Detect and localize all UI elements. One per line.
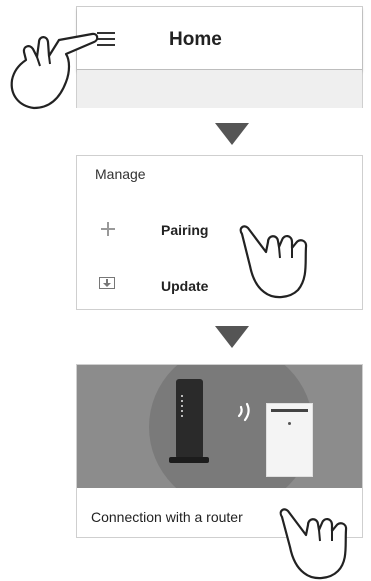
tap-hand-icon bbox=[239, 225, 308, 299]
air-purifier-icon bbox=[266, 403, 313, 477]
menu-item-label: Pairing bbox=[161, 222, 209, 238]
update-icon bbox=[99, 277, 115, 289]
home-screen-panel: Home bbox=[76, 6, 363, 108]
plus-icon bbox=[101, 222, 115, 236]
step-arrow-down-icon bbox=[215, 326, 249, 348]
router-indicator-lights bbox=[181, 395, 183, 417]
tap-hand-icon bbox=[279, 508, 348, 580]
page-title: Home bbox=[169, 29, 222, 50]
manage-heading: Manage bbox=[95, 166, 146, 182]
router-icon bbox=[176, 379, 203, 459]
tap-hand-icon bbox=[10, 32, 99, 110]
app-bar: Home bbox=[77, 7, 362, 70]
wifi-signal-icon bbox=[237, 402, 250, 422]
step-arrow-down-icon bbox=[215, 123, 249, 145]
connection-illustration bbox=[77, 365, 362, 488]
menu-item-label: Update bbox=[161, 278, 209, 294]
router-stand bbox=[169, 457, 209, 463]
content-area bbox=[77, 70, 362, 108]
card-caption: Connection with a router bbox=[91, 509, 243, 525]
